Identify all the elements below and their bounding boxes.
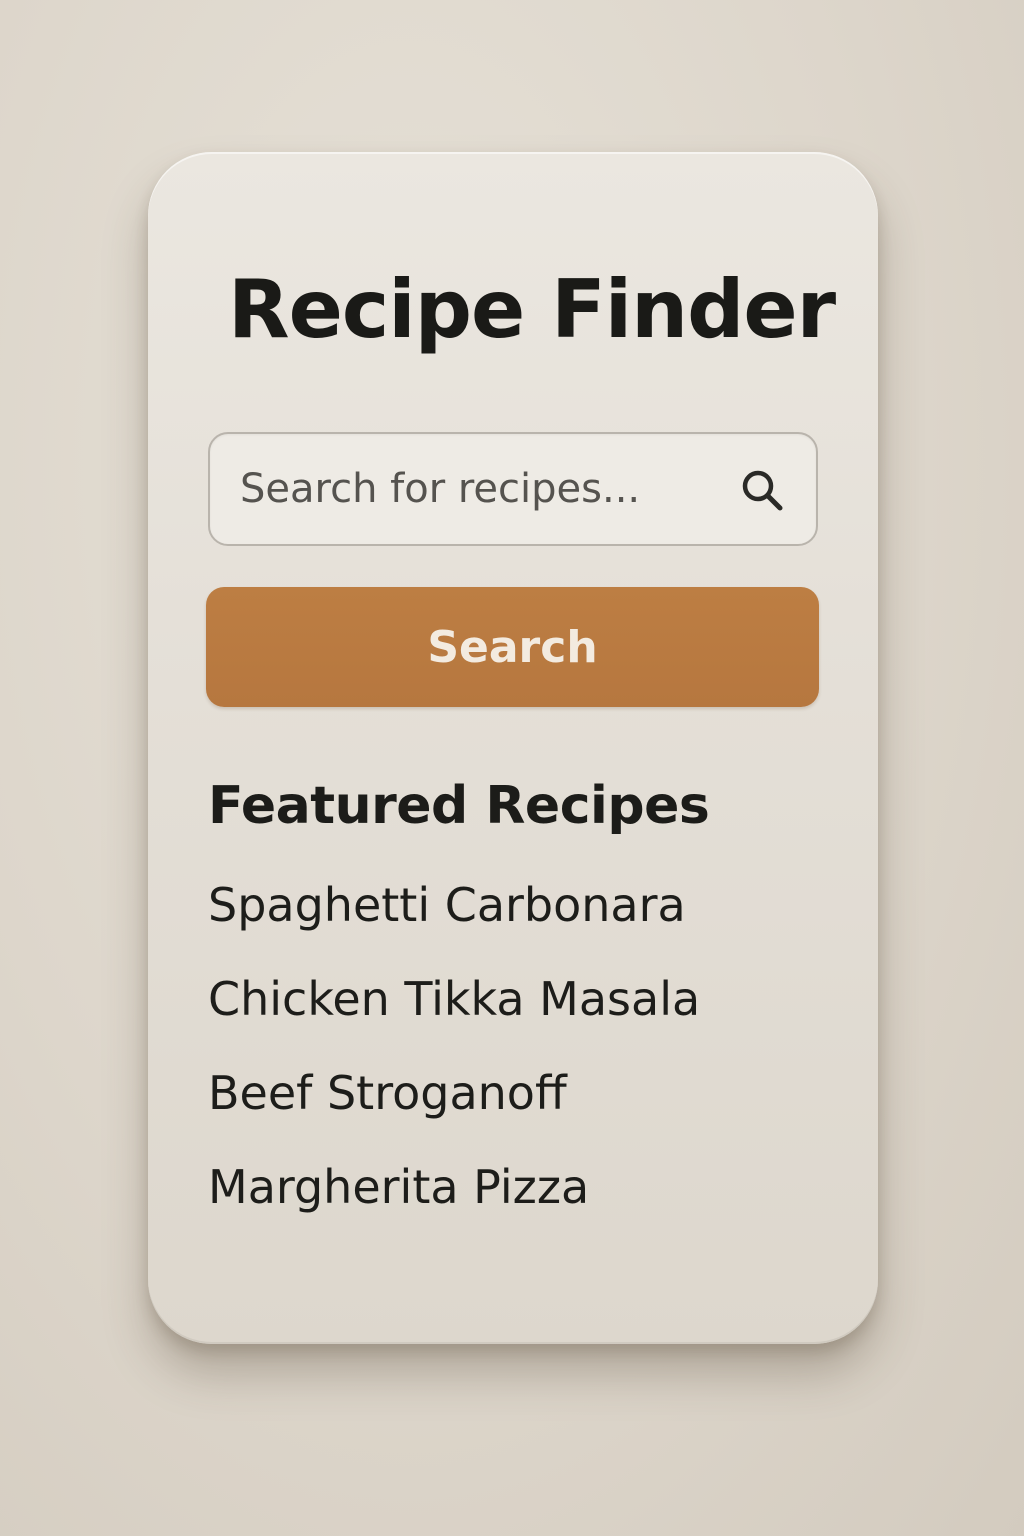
recipe-item-chicken-tikka-masala[interactable]: Chicken Tikka Masala: [208, 976, 700, 1070]
recipe-item-margherita-pizza[interactable]: Margherita Pizza: [208, 1164, 700, 1258]
recipe-finder-card: Recipe Finder Search Featured Recipes Sp…: [148, 152, 878, 1344]
page-title: Recipe Finder: [228, 263, 836, 356]
search-button[interactable]: Search: [206, 587, 819, 707]
featured-recipes-heading: Featured Recipes: [208, 776, 710, 836]
featured-recipes-list: Spaghetti Carbonara Chicken Tikka Masala…: [208, 882, 700, 1258]
search-box[interactable]: [208, 432, 818, 546]
recipe-item-spaghetti-carbonara[interactable]: Spaghetti Carbonara: [208, 882, 700, 976]
search-icon[interactable]: [738, 466, 786, 514]
search-input[interactable]: [240, 434, 720, 544]
recipe-item-beef-stroganoff[interactable]: Beef Stroganoff: [208, 1070, 700, 1164]
